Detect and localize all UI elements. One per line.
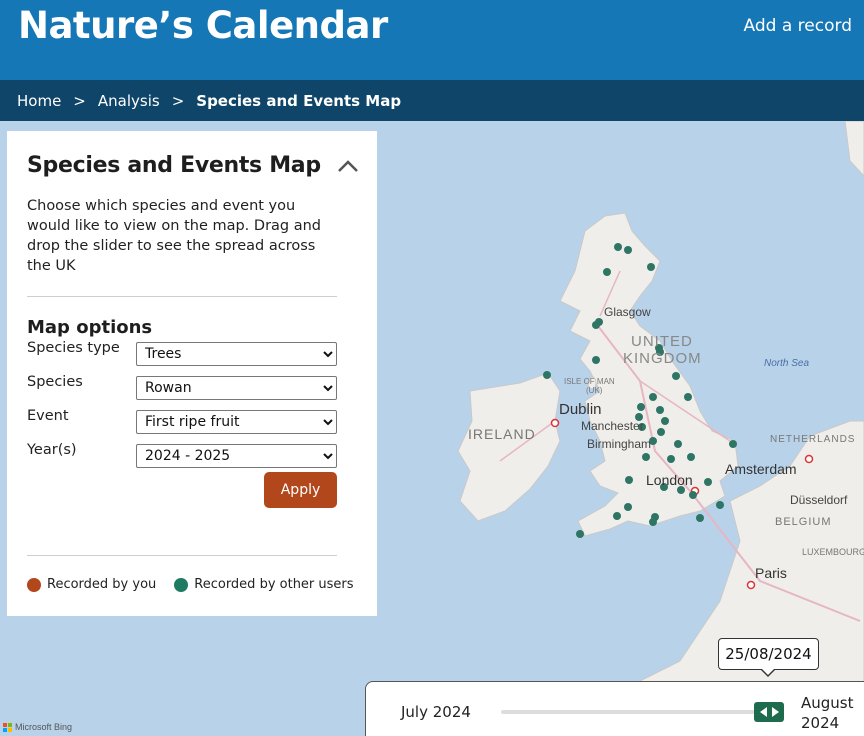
field-label: Event xyxy=(27,408,69,424)
record-point xyxy=(649,518,657,526)
species-type-select[interactable]: Trees xyxy=(136,342,337,366)
map-label-luxembourg: LUXEMBOURG xyxy=(802,547,864,557)
record-point xyxy=(716,501,724,509)
record-point xyxy=(696,514,704,522)
map-label-dusseldorf: Düsseldorf xyxy=(790,493,848,507)
microsoft-logo-icon xyxy=(3,722,12,732)
record-point xyxy=(656,406,664,414)
map-label-ireland: IRELAND xyxy=(468,426,536,442)
site-header: Nature’s Calendar Add a record xyxy=(0,0,864,80)
land-norway xyxy=(844,121,864,177)
map-label-birmingham: Birmingham xyxy=(587,437,652,451)
record-point xyxy=(704,478,712,486)
slider-end-year: 2024 xyxy=(801,714,840,732)
years-select[interactable]: 2024 - 2025 xyxy=(136,444,337,468)
field-label: Year(s) xyxy=(27,442,77,458)
tooltip-arrow xyxy=(761,668,775,675)
field-label: Species xyxy=(27,374,83,390)
map-label-isle-of-man: ISLE OF MAN xyxy=(564,377,615,386)
species-select[interactable]: Rowan xyxy=(136,376,337,400)
map-label-amsterdam: Amsterdam xyxy=(725,461,797,477)
record-point xyxy=(625,476,633,484)
add-record-link[interactable]: Add a record xyxy=(744,16,852,36)
record-point xyxy=(592,356,600,364)
map-label-dublin: Dublin xyxy=(559,401,602,418)
legend-dot-you xyxy=(27,577,41,592)
record-point xyxy=(614,243,622,251)
map-attribution: Microsoft Bing xyxy=(3,722,72,732)
record-point xyxy=(637,403,645,411)
record-point xyxy=(674,440,682,448)
breadcrumb-home[interactable]: Home xyxy=(17,92,61,110)
chevron-up-icon[interactable] xyxy=(337,159,359,173)
field-species-type: Species type Trees xyxy=(27,338,357,372)
panel-title: Species and Events Map xyxy=(27,153,321,178)
slider-end-label: August 2024 xyxy=(801,693,854,733)
arrow-right-icon xyxy=(771,707,779,717)
panel-divider xyxy=(27,296,337,297)
city-marker xyxy=(746,580,756,590)
city-marker xyxy=(550,418,560,428)
panel-divider xyxy=(27,555,337,556)
site-title[interactable]: Nature’s Calendar xyxy=(18,4,388,47)
map-label-belgium: BELGIUM xyxy=(775,516,832,528)
city-marker xyxy=(804,454,814,464)
field-species: Species Rowan xyxy=(27,372,357,406)
map-label-uk: (UK) xyxy=(586,386,603,395)
slider-end-month: August xyxy=(801,694,854,712)
slider-track[interactable] xyxy=(501,710,771,714)
map-label-paris: Paris xyxy=(755,565,787,581)
slider-date-tooltip: 25/08/2024 xyxy=(718,638,819,670)
record-point xyxy=(647,263,655,271)
legend-label-others: Recorded by other users xyxy=(194,577,354,592)
map-label-kingdom: KINGDOM xyxy=(623,350,702,367)
map-label-netherlands: NETHERLANDS xyxy=(770,434,856,445)
legend-label-you: Recorded by you xyxy=(47,577,157,592)
map-label-north-sea: North Sea xyxy=(764,358,810,369)
apply-button[interactable]: Apply xyxy=(264,472,337,508)
record-point xyxy=(684,393,692,401)
record-point xyxy=(649,393,657,401)
map-label-london: London xyxy=(646,472,693,488)
event-select[interactable]: First ripe fruit xyxy=(136,410,337,434)
record-point xyxy=(592,321,600,329)
record-point xyxy=(729,440,737,448)
land-ireland xyxy=(457,372,561,522)
map-options-heading: Map options xyxy=(27,317,153,338)
arrow-left-icon xyxy=(759,707,767,717)
record-point xyxy=(624,503,632,511)
map-label-glasgow: Glasgow xyxy=(604,305,651,319)
record-point xyxy=(661,417,669,425)
record-point xyxy=(687,453,695,461)
breadcrumb-analysis[interactable]: Analysis xyxy=(98,92,160,110)
panel-description: Choose which species and event you would… xyxy=(27,198,322,274)
record-point xyxy=(667,455,675,463)
date-slider: July 2024 August 2024 xyxy=(365,681,864,736)
record-point xyxy=(672,372,680,380)
record-point xyxy=(624,246,632,254)
record-point xyxy=(657,428,665,436)
record-point xyxy=(642,453,650,461)
breadcrumb-separator: > xyxy=(171,91,185,110)
record-point xyxy=(543,371,551,379)
record-point xyxy=(689,491,697,499)
slider-handle[interactable] xyxy=(754,702,784,722)
map-attribution-text: Microsoft Bing xyxy=(15,722,73,732)
field-event: Event First ripe fruit xyxy=(27,406,357,440)
field-label: Species type xyxy=(27,340,120,356)
map-label-united: UNITED xyxy=(631,333,693,350)
slider-start-label: July 2024 xyxy=(401,703,471,721)
breadcrumb-current: Species and Events Map xyxy=(196,91,402,110)
record-point xyxy=(613,512,621,520)
record-point xyxy=(603,268,611,276)
map-legend: Recorded by you Recorded by other users xyxy=(27,577,354,592)
record-point xyxy=(576,530,584,538)
breadcrumb-separator: > xyxy=(73,91,86,110)
field-years: Year(s) 2024 - 2025 xyxy=(27,440,357,474)
species-events-panel: Species and Events Map Choose which spec… xyxy=(7,131,377,616)
legend-dot-others xyxy=(174,577,189,592)
breadcrumb: Home > Analysis > Species and Events Map xyxy=(0,80,864,121)
map-label-manchester: Manchester xyxy=(581,419,644,433)
